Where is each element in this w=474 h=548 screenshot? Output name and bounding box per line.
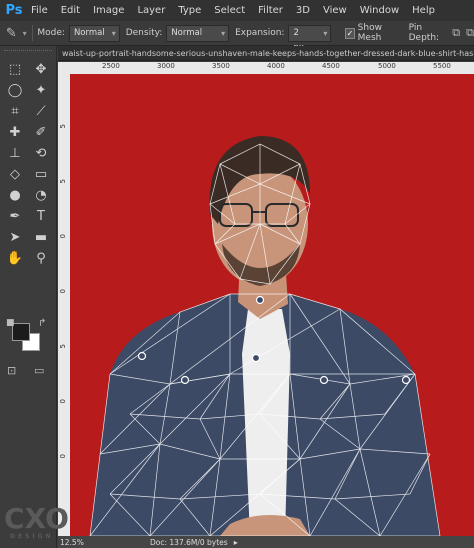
pin-depth-backward-icon[interactable]: ⧉ <box>466 26 474 40</box>
menu-window[interactable]: Window <box>360 5 399 16</box>
ruler-label: 3500 <box>212 62 230 70</box>
pin[interactable] <box>319 375 329 385</box>
menu-3d[interactable]: 3D <box>296 5 310 16</box>
ruler-label: 0 <box>59 289 67 294</box>
swap-colors-icon[interactable]: ↱ <box>38 318 46 329</box>
tools-panel: ⬚ ✥ ◯ ✦ ⌗ ⟋ ✚ ✐ ⊥ ⟲ ◇ ▭ ● ◔ ✒ T ➤ ▬ ✋ ⚲ … <box>0 46 57 548</box>
panel-grip[interactable] <box>4 50 52 55</box>
pen-tool-icon[interactable]: ✒ <box>3 207 27 227</box>
foreground-color-swatch[interactable] <box>12 323 30 341</box>
status-menu-arrow-icon[interactable]: ▸ <box>234 538 238 547</box>
document-tab[interactable]: waist-up-portrait-handsome-serious-unsha… <box>58 46 474 61</box>
show-mesh-checkbox[interactable]: ✓ <box>345 27 355 39</box>
pin-depth-forward-icon[interactable]: ⧉ <box>452 26 460 40</box>
eraser-tool-icon[interactable]: ◇ <box>3 165 27 185</box>
main-menu: File Edit Image Layer Type Select Filter… <box>31 5 448 16</box>
mode-select[interactable]: Normal <box>68 24 120 42</box>
options-bar: ✎ ▾ Mode: Normal Density: Normal Expansi… <box>0 21 474 53</box>
lasso-tool-icon[interactable]: ◯ <box>3 81 27 101</box>
mode-label: Mode: <box>37 28 65 38</box>
ruler-label: 4500 <box>322 62 340 70</box>
gradient-tool-icon[interactable]: ▭ <box>29 165 53 185</box>
history-brush-tool-icon[interactable]: ⟲ <box>29 144 53 164</box>
document-size: Doc: 137.6M/0 bytes <box>150 537 228 547</box>
rectangle-tool-icon[interactable]: ▬ <box>29 228 53 248</box>
ruler-label: 5500 <box>433 62 451 70</box>
ruler-label: 5 <box>59 344 67 349</box>
brush-tool-icon[interactable]: ✐ <box>29 123 53 143</box>
eyedropper-tool-icon[interactable]: ⟋ <box>29 102 53 122</box>
hand-tool-icon[interactable]: ✋ <box>3 249 27 269</box>
pin[interactable] <box>255 295 265 305</box>
blur-tool-icon[interactable]: ● <box>3 186 27 206</box>
default-colors-icon[interactable]: ■ <box>6 318 15 328</box>
screen-mode-icon[interactable]: ▭ <box>34 364 44 377</box>
pin[interactable] <box>137 351 147 361</box>
watermark-logo: CXO DESIGN <box>4 502 69 548</box>
pin[interactable] <box>180 375 190 385</box>
density-select[interactable]: Normal <box>166 24 230 42</box>
type-tool-icon[interactable]: T <box>29 207 53 227</box>
portrait-image <box>89 136 441 536</box>
pin-depth-label: Pin Depth: <box>408 23 440 43</box>
menu-layer[interactable]: Layer <box>137 5 165 16</box>
magic-wand-tool-icon[interactable]: ✦ <box>29 81 53 101</box>
ruler-label: 5000 <box>378 62 396 70</box>
divider <box>31 25 33 41</box>
ruler-label: 4000 <box>267 62 285 70</box>
expansion-input[interactable]: 2 px <box>288 24 332 53</box>
ruler-label: 3000 <box>157 62 175 70</box>
menu-type[interactable]: Type <box>178 5 201 16</box>
density-label: Density: <box>125 28 163 38</box>
pin[interactable] <box>401 375 411 385</box>
menu-file[interactable]: File <box>31 5 48 16</box>
status-bar: 12.5% Doc: 137.6M/0 bytes ▸ <box>58 536 474 548</box>
show-mesh-label: Show Mesh <box>357 23 382 43</box>
menu-bar: Ps File Edit Image Layer Type Select Fil… <box>0 0 474 21</box>
marquee-tool-icon[interactable]: ⬚ <box>3 60 27 80</box>
zoom-tool-icon[interactable]: ⚲ <box>29 249 53 269</box>
document-canvas[interactable] <box>70 74 474 536</box>
ruler-label: 0 <box>59 454 67 459</box>
dodge-tool-icon[interactable]: ◔ <box>29 186 53 206</box>
crop-tool-icon[interactable]: ⌗ <box>3 102 27 122</box>
move-tool-icon[interactable]: ✥ <box>29 60 53 80</box>
puppet-pin-icon[interactable]: ✎ <box>0 26 23 41</box>
ruler-label: 2500 <box>102 62 120 70</box>
healing-brush-tool-icon[interactable]: ✚ <box>3 123 27 143</box>
menu-edit[interactable]: Edit <box>61 5 80 16</box>
quick-mask-icon[interactable]: ⊡ <box>7 364 16 377</box>
ruler-label: 5 <box>59 179 67 184</box>
menu-image[interactable]: Image <box>93 5 124 16</box>
ruler-label: 5 <box>59 124 67 129</box>
menu-select[interactable]: Select <box>214 5 245 16</box>
expansion-label: Expansion: <box>235 28 285 38</box>
ruler-label: 0 <box>59 234 67 239</box>
tool-preset-chevron-icon[interactable]: ▾ <box>23 29 27 38</box>
ruler-label: 0 <box>59 399 67 404</box>
menu-filter[interactable]: Filter <box>258 5 283 16</box>
clone-stamp-tool-icon[interactable]: ⊥ <box>3 144 27 164</box>
pin[interactable] <box>251 353 261 363</box>
watermark-text: CXO <box>4 502 69 535</box>
menu-help[interactable]: Help <box>412 5 435 16</box>
path-selection-tool-icon[interactable]: ➤ <box>3 228 27 248</box>
menu-view[interactable]: View <box>323 5 347 16</box>
photoshop-logo-icon: Ps <box>5 3 23 18</box>
